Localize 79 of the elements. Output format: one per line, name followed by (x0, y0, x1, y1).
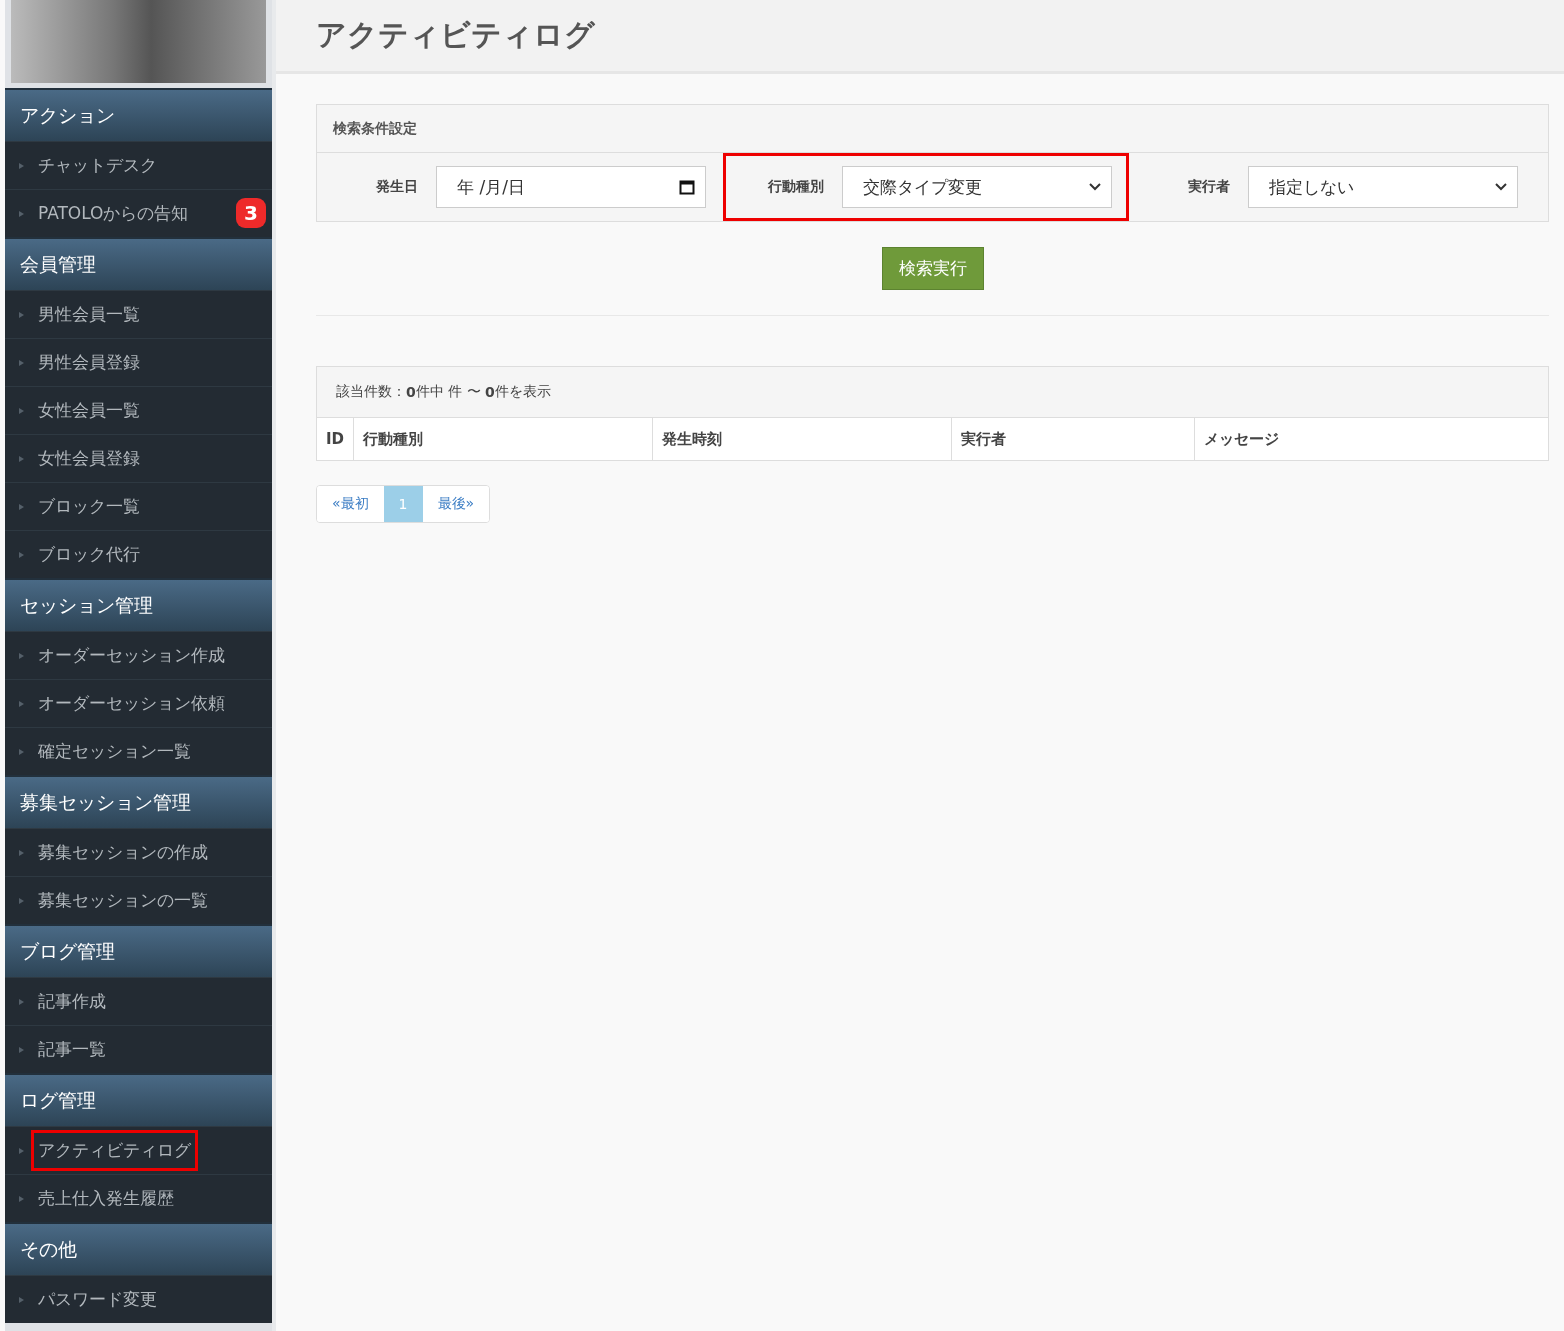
bullet-icon (19, 311, 24, 318)
filter-label: 発生日 (375, 178, 418, 196)
sidebar-item-label: ブロック代行 (37, 543, 141, 566)
sidebar-item-label: 募集セッションの一覧 (37, 889, 209, 912)
sidebar-item-label: 女性会員一覧 (37, 399, 141, 422)
sidebar-item-label: オーダーセッション依頼 (37, 692, 226, 715)
column-header: 行動種別 (353, 418, 653, 460)
bullet-icon (19, 897, 24, 904)
chevron-down-icon (1495, 183, 1507, 191)
sidebar-item[interactable]: 女性会員登録 (5, 434, 272, 482)
select-field[interactable]: 交際タイプ変更 (842, 166, 1112, 208)
bullet-icon (19, 1046, 24, 1053)
sidebar-item-label: 募集セッションの作成 (37, 841, 209, 864)
bullet-icon (19, 1296, 24, 1303)
sidebar-item[interactable]: オーダーセッション作成 (5, 631, 272, 679)
chevron-down-icon (1089, 183, 1101, 191)
panel-title: 検索条件設定 (317, 105, 1548, 153)
sidebar-item[interactable]: アクティビティログ (5, 1126, 272, 1174)
sidebar-item-label: 記事一覧 (37, 1038, 107, 1061)
select-field[interactable]: 指定しない (1248, 166, 1518, 208)
bullet-icon (19, 998, 24, 1005)
sidebar-item[interactable]: 女性会員一覧 (5, 386, 272, 434)
sidebar-item-label: 確定セッション一覧 (37, 740, 192, 763)
sidebar-item[interactable]: PATOLOからの告知 3 (5, 189, 272, 237)
bullet-icon (19, 1195, 24, 1202)
bullet-icon (19, 359, 24, 366)
sidebar-item-label: チャットデスク (37, 154, 158, 177)
result-summary: 該当件数：0件中 件 〜 0件を表示 (317, 367, 1548, 418)
sidebar-section-header: セッション管理 (5, 578, 272, 631)
sidebar-item[interactable]: 記事作成 (5, 977, 272, 1025)
sidebar-item[interactable]: チャットデスク (5, 141, 272, 189)
filter-label: 実行者 (1187, 178, 1230, 196)
column-header: 発生時刻 (652, 418, 952, 460)
sidebar-item-label: アクティビティログ (31, 1130, 198, 1171)
sidebar-item[interactable]: 募集セッションの一覧 (5, 876, 272, 924)
sidebar-item-label: PATOLOからの告知 (37, 202, 190, 225)
date-field[interactable]: 年 /月/日 (436, 166, 706, 208)
bullet-icon (19, 849, 24, 856)
sidebar-section-header: その他 (5, 1222, 272, 1275)
calendar-icon (679, 179, 695, 195)
bullet-icon (19, 407, 24, 414)
sidebar-item[interactable]: ブロック一覧 (5, 482, 272, 530)
sidebar-section-header: アクション (5, 88, 272, 141)
column-header: メッセージ (1194, 418, 1548, 460)
bullet-icon (19, 551, 24, 558)
sidebar-section-header: ログ管理 (5, 1073, 272, 1126)
column-header: ID (317, 418, 354, 460)
bullet-icon (19, 503, 24, 510)
column-header: 実行者 (951, 418, 1194, 460)
sidebar-item[interactable]: 確定セッション一覧 (5, 727, 272, 775)
sidebar-item[interactable]: 男性会員登録 (5, 338, 272, 386)
sidebar-item[interactable]: 記事一覧 (5, 1025, 272, 1073)
sidebar-item[interactable]: 男性会員一覧 (5, 290, 272, 338)
bullet-icon (19, 652, 24, 659)
bullet-icon (19, 748, 24, 755)
bullet-icon (19, 162, 24, 169)
sidebar-item[interactable]: 募集セッションの作成 (5, 828, 272, 876)
sidebar-item[interactable]: オーダーセッション依頼 (5, 679, 272, 727)
sidebar-item[interactable]: 売上仕入発生履歴 (5, 1174, 272, 1222)
sidebar-item-label: オーダーセッション作成 (37, 644, 226, 667)
sidebar-item-label: 女性会員登録 (37, 447, 141, 470)
sidebar-item-label: 売上仕入発生履歴 (37, 1187, 175, 1210)
sidebar-item-label: ブロック一覧 (37, 495, 141, 518)
sidebar-section-header: 会員管理 (5, 237, 272, 290)
notification-badge: 3 (236, 198, 266, 228)
sidebar-item-label: 記事作成 (37, 990, 107, 1013)
sidebar-item-label: パスワード変更 (37, 1288, 158, 1311)
sidebar-item-label: 男性会員登録 (37, 351, 141, 374)
sidebar-item-label: 男性会員一覧 (37, 303, 141, 326)
bullet-icon (19, 210, 24, 217)
page-title: アクティビティログ (316, 16, 595, 54)
sidebar-item[interactable]: パスワード変更 (5, 1275, 272, 1323)
bullet-icon (19, 1147, 24, 1154)
bullet-icon (19, 455, 24, 462)
sidebar-item[interactable]: ブロック代行 (5, 530, 272, 578)
bullet-icon (19, 700, 24, 707)
filter-label: 行動種別 (767, 178, 824, 196)
sidebar-section-header: ブログ管理 (5, 924, 272, 977)
sidebar-section-header: 募集セッション管理 (5, 775, 272, 828)
